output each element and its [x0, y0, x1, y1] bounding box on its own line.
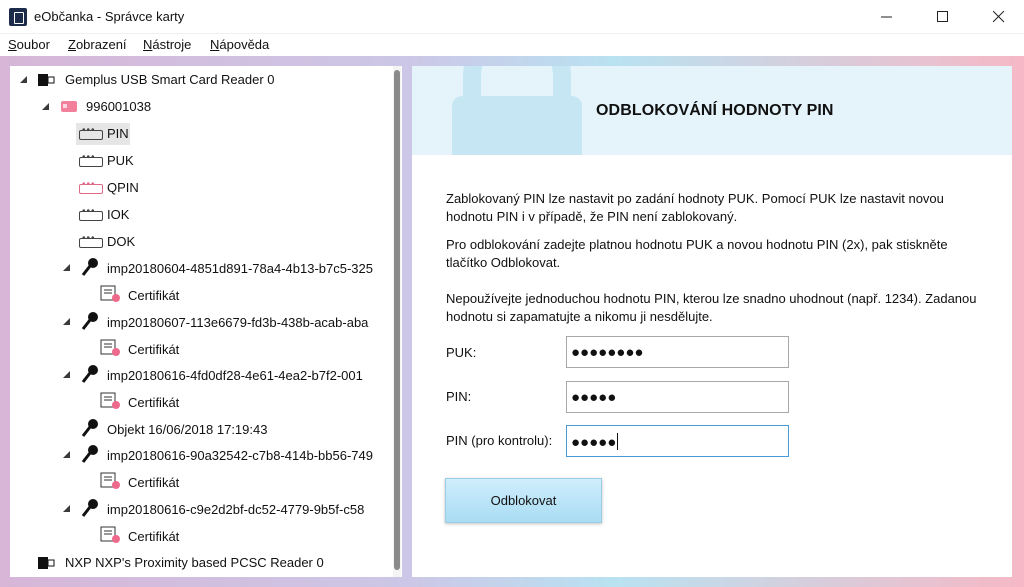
- key-icon: [81, 365, 98, 383]
- key-icon: [81, 445, 98, 463]
- key-icon: [81, 499, 98, 517]
- collapse-arrow[interactable]: [63, 318, 70, 325]
- pin-confirm-field[interactable]: ●●●●●: [566, 425, 789, 457]
- iok-icon: [79, 206, 103, 221]
- tree-item-reader[interactable]: NXP NXP's Proximity based PCSC Reader 0: [65, 555, 324, 570]
- tree-item-reader[interactable]: Gemplus USB Smart Card Reader 0: [65, 72, 275, 87]
- card-tree: Gemplus USB Smart Card Reader 0 99600103…: [10, 66, 402, 577]
- close-button[interactable]: [976, 0, 1022, 34]
- tree-item-certificate[interactable]: Certifikát: [128, 342, 179, 357]
- pin-field[interactable]: ●●●●●: [566, 381, 789, 413]
- tree-item-certificate[interactable]: Certifikát: [128, 475, 179, 490]
- app-icon: [9, 8, 27, 26]
- tree-item-certificate[interactable]: Certifikát: [128, 288, 179, 303]
- tree-item-key[interactable]: imp20180607-113e6679-fd3b-438b-acab-aba: [107, 315, 368, 330]
- lock-icon: [452, 66, 582, 155]
- collapse-arrow[interactable]: [42, 103, 49, 110]
- key-icon: [81, 258, 98, 276]
- info-paragraph: Zablokovaný PIN lze nastavit po zadání h…: [446, 191, 944, 224]
- pin-icon: [79, 125, 103, 140]
- tree-item-key[interactable]: imp20180616-c9e2d2bf-dc52-4779-9b5f-c58: [107, 502, 364, 517]
- tree-item-card[interactable]: 996001038: [86, 99, 151, 114]
- certificate-icon: [100, 339, 120, 356]
- scrollbar-thumb[interactable]: [394, 70, 400, 570]
- card-reader-icon: [38, 557, 55, 569]
- pin-confirm-label: PIN (pro kontrolu):: [446, 433, 553, 448]
- instruction-paragraph: Pro odblokování zadejte platnou hodnotu …: [446, 237, 948, 270]
- tree-item-certificate[interactable]: Certifikát: [128, 395, 179, 410]
- menu-napoveda[interactable]: Nápověda: [210, 37, 269, 52]
- maximize-icon: [937, 11, 948, 22]
- minimize-icon: [881, 16, 892, 18]
- key-icon: [81, 312, 98, 330]
- unblock-pin-panel: ODBLOKOVÁNÍ HODNOTY PIN Zablokovaný PIN …: [412, 66, 1012, 577]
- menu-soubor[interactable]: Soubor: [8, 37, 50, 52]
- window-title: eObčanka - Správce karty: [34, 9, 185, 24]
- menu-bar: Soubor Zobrazení Nástroje Nápověda: [0, 34, 1024, 56]
- tree-item-iok[interactable]: IOK: [107, 207, 129, 222]
- minimize-button[interactable]: [864, 0, 910, 34]
- tree-item-pin[interactable]: PIN: [107, 126, 129, 141]
- unblock-button[interactable]: Odblokovat: [445, 478, 602, 523]
- menu-nastroje[interactable]: Nástroje: [143, 37, 191, 52]
- tree-item-certificate[interactable]: Certifikát: [128, 529, 179, 544]
- warning-paragraph: Nepoužívejte jednoduchou hodnotu PIN, kt…: [446, 291, 977, 324]
- tree-item-key[interactable]: imp20180616-4fd0df28-4e61-4ea2-b7f2-001: [107, 368, 363, 383]
- menu-zobrazeni[interactable]: Zobrazení: [68, 37, 127, 52]
- maximize-button[interactable]: [920, 0, 966, 34]
- tree-item-qpin[interactable]: QPIN: [107, 180, 139, 195]
- certificate-icon: [100, 392, 120, 409]
- collapse-arrow[interactable]: [63, 505, 70, 512]
- collapse-arrow[interactable]: [63, 264, 70, 271]
- smart-card-icon: [61, 101, 77, 112]
- tree-item-puk[interactable]: PUK: [107, 153, 134, 168]
- panel-title: ODBLOKOVÁNÍ HODNOTY PIN: [596, 102, 834, 119]
- pin-label: PIN:: [446, 389, 472, 404]
- puk-icon: [79, 152, 103, 167]
- collapse-arrow[interactable]: [63, 451, 70, 458]
- puk-label: PUK:: [446, 345, 477, 360]
- puk-field[interactable]: ●●●●●●●●: [566, 336, 789, 368]
- panel-header: ODBLOKOVÁNÍ HODNOTY PIN: [412, 66, 1012, 155]
- tree-item-key[interactable]: imp20180604-4851d891-78a4-4b13-b7c5-325: [107, 261, 373, 276]
- collapse-arrow[interactable]: [20, 76, 27, 83]
- tree-scrollbar[interactable]: [393, 66, 401, 577]
- certificate-icon: [100, 285, 120, 302]
- tree-item-dok[interactable]: DOK: [107, 234, 135, 249]
- qpin-icon: [79, 179, 103, 194]
- collapse-arrow[interactable]: [63, 371, 70, 378]
- certificate-icon: [100, 526, 120, 543]
- certificate-icon: [100, 472, 120, 489]
- dok-icon: [79, 233, 103, 248]
- card-reader-icon: [38, 74, 55, 86]
- tree-item-object[interactable]: Objekt 16/06/2018 17:19:43: [107, 422, 267, 437]
- close-icon: [993, 11, 1005, 23]
- tree-item-key[interactable]: imp20180616-90a32542-c7b8-414b-bb56-749: [107, 448, 373, 463]
- key-icon: [81, 419, 98, 437]
- title-bar: eObčanka - Správce karty: [0, 0, 1024, 34]
